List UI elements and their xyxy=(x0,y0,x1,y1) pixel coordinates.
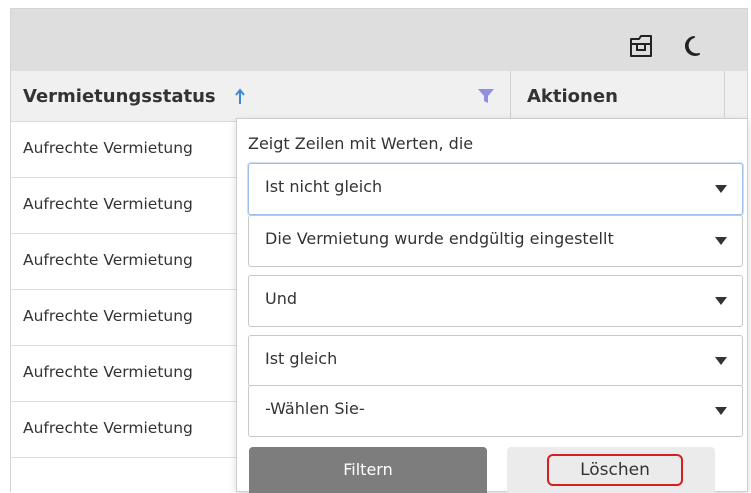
clear-button-label: Löschen xyxy=(547,454,683,486)
condition2-operator-select[interactable]: Ist gleich xyxy=(248,335,743,387)
column-header-label: Vermietungsstatus xyxy=(23,86,216,107)
condition2-value-select[interactable]: -Wählen Sie- xyxy=(248,385,743,437)
select-value: Die Vermietung wurde endgültig eingestel… xyxy=(265,229,614,248)
filter-funnel-icon[interactable] xyxy=(477,88,495,104)
column-header-vermietungsstatus[interactable]: Vermietungsstatus xyxy=(11,71,511,121)
cell-status: Aufrechte Vermietung xyxy=(23,307,193,325)
cell-status: Aufrechte Vermietung xyxy=(23,195,193,213)
cell-status: Aufrechte Vermietung xyxy=(23,419,193,437)
select-value: Ist gleich xyxy=(265,349,338,368)
select-value: Und xyxy=(265,289,298,308)
column-header-label: Aktionen xyxy=(527,86,618,107)
dark-mode-moon-icon[interactable] xyxy=(679,33,705,59)
grid-toolbar xyxy=(11,9,747,71)
logic-operator-select[interactable]: Und xyxy=(248,275,743,327)
chevron-down-icon xyxy=(715,407,727,415)
condition1-value-select[interactable]: Die Vermietung wurde endgültig eingestel… xyxy=(248,215,743,267)
cell-status: Aufrechte Vermietung xyxy=(23,363,193,381)
column-header-aktionen[interactable]: Aktionen xyxy=(511,71,725,121)
table-header: Vermietungsstatus Aktionen xyxy=(11,71,747,122)
cell-status: Aufrechte Vermietung xyxy=(23,251,193,269)
chevron-down-icon xyxy=(715,237,727,245)
export-icon[interactable] xyxy=(628,33,654,59)
chevron-down-icon xyxy=(715,357,727,365)
select-value: -Wählen Sie- xyxy=(265,399,365,418)
filter-button[interactable]: Filtern xyxy=(249,447,487,493)
chevron-down-icon xyxy=(715,297,727,305)
chevron-down-icon xyxy=(715,185,727,193)
select-value: Ist nicht gleich xyxy=(265,177,383,196)
condition1-operator-select[interactable]: Ist nicht gleich xyxy=(248,163,743,215)
clear-button[interactable]: Löschen xyxy=(507,447,715,493)
cell-status: Aufrechte Vermietung xyxy=(23,139,193,157)
filter-popup-title: Zeigt Zeilen mit Werten, die xyxy=(248,134,474,153)
filter-popup: Zeigt Zeilen mit Werten, die Ist nicht g… xyxy=(236,118,748,493)
sort-ascending-icon[interactable] xyxy=(233,88,247,106)
